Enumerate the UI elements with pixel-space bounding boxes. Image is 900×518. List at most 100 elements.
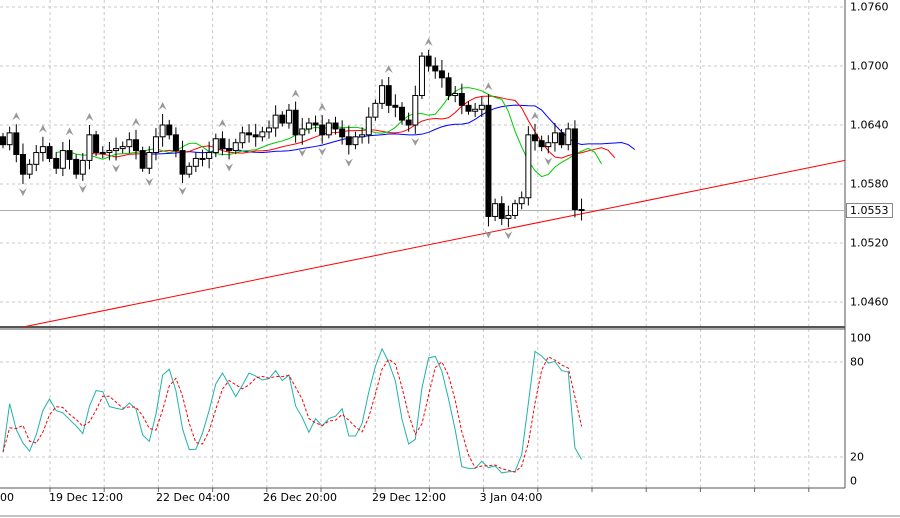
fractal-down-icon <box>145 177 154 186</box>
candle-bull <box>505 214 512 219</box>
candle-bull <box>285 109 292 124</box>
fractal-down-icon <box>178 187 187 196</box>
fractal-up-icon <box>218 119 227 128</box>
fractal-down-icon <box>78 184 87 193</box>
time-label: 22 Dec 04:00 <box>156 491 230 504</box>
candle-bull <box>119 146 126 150</box>
candle-bear <box>179 150 186 175</box>
fractal-up-icon <box>158 101 167 110</box>
candle-bull <box>33 152 40 165</box>
candle-bear <box>458 93 465 106</box>
candle-bull <box>565 128 572 146</box>
candle-bear <box>339 128 346 138</box>
stoch-d-line <box>2 356 583 473</box>
time-label: 26 Dec 20:00 <box>263 491 337 504</box>
candle-bull <box>113 148 120 152</box>
candle-bull <box>452 93 459 96</box>
current-price-label: 1.0553 <box>846 202 893 218</box>
candle-bear <box>19 154 26 175</box>
time-label: 29 Dec 12:00 <box>372 491 446 504</box>
fractal-up-icon <box>424 37 433 46</box>
candle-bull <box>518 197 525 205</box>
candle-bull <box>59 150 66 169</box>
candle-bear <box>219 138 226 150</box>
candle-bear <box>558 132 565 146</box>
candle-bear <box>133 139 139 152</box>
candle-bull <box>159 124 166 138</box>
candle-bear <box>73 158 80 175</box>
fractal-up-icon <box>318 103 327 112</box>
candle-bear <box>166 124 173 136</box>
candle-bull <box>266 127 272 133</box>
candle-bull <box>379 85 386 104</box>
fractal-down-icon <box>504 231 513 240</box>
price-tick-label: 1.0460 <box>850 295 889 309</box>
candle-bull <box>146 152 153 169</box>
candle-bear <box>425 55 432 67</box>
candle-bear <box>66 150 73 160</box>
candle-bull <box>551 132 558 144</box>
candle-bull <box>79 159 86 175</box>
candle-bear <box>578 209 585 212</box>
candle-bear <box>345 136 352 146</box>
stoch-k-line <box>2 347 582 474</box>
candle-bull <box>418 55 425 96</box>
candle-bear <box>319 124 326 136</box>
time-label: 19 Dec 12:00 <box>49 491 123 504</box>
candle-bear <box>13 132 20 156</box>
candle-bear <box>53 157 60 169</box>
candle-bull <box>199 157 206 160</box>
candle-bear <box>392 104 399 108</box>
candle-bear <box>538 140 545 148</box>
candle-bull <box>478 104 485 110</box>
stoch-tick-label: 0 <box>850 474 857 488</box>
stoch-tick-label: 20 <box>850 450 864 464</box>
candle-bear <box>312 122 319 126</box>
candle-bear <box>571 128 578 211</box>
stoch-tick-label: 80 <box>850 355 864 369</box>
fractal-up-icon <box>291 89 300 98</box>
candle-bear <box>405 119 412 126</box>
candle-bull <box>192 157 199 167</box>
candle-bear <box>445 77 452 97</box>
fractal-up-icon <box>38 124 47 133</box>
fractal-up-icon <box>65 127 74 136</box>
candle-bull <box>512 203 519 216</box>
candle-bull <box>99 152 106 155</box>
fractal-down-icon <box>544 157 553 166</box>
candle-bear <box>292 109 299 136</box>
candle-bear <box>485 104 492 217</box>
fractal-down-icon <box>18 188 27 197</box>
candle-bear <box>438 70 445 79</box>
candle-bull <box>212 138 219 154</box>
candle-bull <box>325 122 332 136</box>
candle-bull <box>239 132 246 144</box>
candle-bull <box>525 134 532 199</box>
candle-bear <box>93 134 100 154</box>
candle-bull <box>259 131 266 138</box>
fractal-up-icon <box>132 117 140 126</box>
candle-bear <box>226 148 233 152</box>
fractal-down-icon <box>484 230 493 239</box>
chart-canvas <box>0 0 900 517</box>
price-tick-label: 1.0700 <box>850 59 889 73</box>
candle-bear <box>0 136 6 146</box>
candle-bull <box>472 108 479 112</box>
candle-bull <box>359 134 366 138</box>
candle-bull <box>492 203 499 217</box>
candle-bull <box>26 163 33 175</box>
candle-bull <box>86 134 93 161</box>
candle-bear <box>46 146 53 159</box>
fractal-up-icon <box>85 113 94 121</box>
time-label: 3 Jan 04:00 <box>479 491 543 504</box>
fractal-down-icon <box>344 158 353 167</box>
candle-bear <box>279 114 286 124</box>
fractal-down-icon <box>225 163 234 172</box>
candle-bull <box>365 116 372 136</box>
candle-bear <box>246 132 253 136</box>
candle-bear <box>332 122 339 130</box>
fractal-down-icon <box>411 137 420 146</box>
price-tick-label: 1.0580 <box>850 177 889 191</box>
candle-bear <box>498 203 505 219</box>
time-label: 00 <box>0 491 14 504</box>
